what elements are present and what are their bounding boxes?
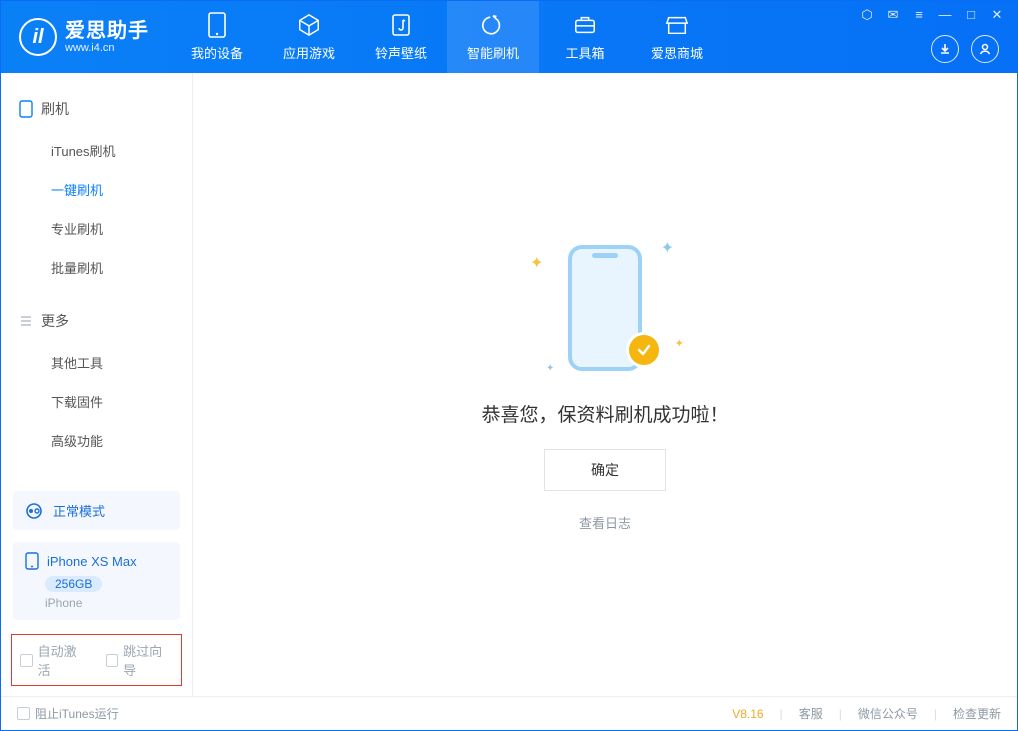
footer-service-link[interactable]: 客服 [799, 705, 823, 722]
device-card[interactable]: iPhone XS Max 256GB iPhone [13, 542, 180, 620]
checkbox-icon [17, 707, 30, 720]
app-window: il 爱思助手 www.i4.cn 我的设备 应用游戏 [0, 0, 1018, 731]
main-content: ✦ ✦ ✦ ✦ 恭喜您，保资料刷机成功啦！ 确定 查看日志 [193, 73, 1017, 696]
sidebar-item-other-tools[interactable]: 其他工具 [1, 343, 192, 382]
success-message: 恭喜您，保资料刷机成功啦！ [481, 400, 728, 427]
minimize-button[interactable]: — [937, 7, 953, 23]
sidebar-item-download-fw[interactable]: 下载固件 [1, 382, 192, 421]
version-label: V8.16 [732, 707, 763, 721]
store-icon [665, 13, 689, 37]
view-log-link[interactable]: 查看日志 [579, 513, 631, 532]
sidebar-item-oneclick-flash[interactable]: 一键刷机 [1, 170, 192, 209]
footer: 阻止iTunes运行 V8.16 | 客服 | 微信公众号 | 检查更新 [1, 696, 1017, 730]
ok-button[interactable]: 确定 [544, 449, 666, 491]
close-button[interactable]: ✕ [989, 7, 1005, 23]
flash-icon [481, 13, 505, 37]
nav-toolbox[interactable]: 工具箱 [539, 1, 631, 73]
download-icon[interactable] [931, 35, 959, 63]
app-subtitle: www.i4.cn [65, 42, 149, 54]
sparkle-icon: ✦ [546, 363, 554, 374]
nav-my-device[interactable]: 我的设备 [171, 1, 263, 73]
sparkle-icon: ✦ [661, 238, 674, 258]
body: 刷机 iTunes刷机 一键刷机 专业刷机 批量刷机 更多 其他工具 下载固件 … [1, 73, 1017, 696]
sparkle-icon: ✦ [530, 253, 543, 273]
sidebar: 刷机 iTunes刷机 一键刷机 专业刷机 批量刷机 更多 其他工具 下载固件 … [1, 73, 193, 696]
mode-label: 正常模式 [53, 501, 105, 520]
app-title: 爱思助手 [65, 20, 149, 42]
toolbox-icon [573, 13, 597, 37]
success-illustration: ✦ ✦ ✦ ✦ [520, 238, 690, 378]
header: il 爱思助手 www.i4.cn 我的设备 应用游戏 [1, 1, 1017, 73]
logo-icon: il [19, 18, 57, 56]
sidebar-group-more: 更多 [1, 305, 192, 337]
window-controls: ⬡ ✉ ≡ — □ ✕ [859, 7, 1005, 23]
nav-apps[interactable]: 应用游戏 [263, 1, 355, 73]
checkbox-icon [20, 654, 33, 667]
sidebar-item-itunes-flash[interactable]: iTunes刷机 [1, 131, 192, 170]
sidebar-item-pro-flash[interactable]: 专业刷机 [1, 209, 192, 248]
mode-card[interactable]: 正常模式 [13, 491, 180, 530]
user-icon[interactable] [971, 35, 999, 63]
tshirt-icon[interactable]: ⬡ [859, 7, 875, 23]
nav-tabs: 我的设备 应用游戏 铃声壁纸 智能刷机 [171, 1, 723, 73]
device-storage-badge: 256GB [45, 576, 102, 592]
mode-icon [25, 502, 43, 520]
device-icon [25, 552, 39, 570]
ringtone-icon [389, 13, 413, 37]
options-highlight: 自动激活 跳过向导 [11, 634, 182, 686]
device-type: iPhone [45, 596, 168, 610]
checkbox-auto-activate[interactable]: 自动激活 [20, 641, 88, 679]
apps-icon [297, 13, 321, 37]
logo[interactable]: il 爱思助手 www.i4.cn [1, 18, 171, 56]
nav-ringtone[interactable]: 铃声壁纸 [355, 1, 447, 73]
checkbox-skip-wizard[interactable]: 跳过向导 [106, 641, 174, 679]
checkbox-block-itunes[interactable]: 阻止iTunes运行 [17, 705, 119, 722]
device-icon [205, 13, 229, 37]
menu-icon[interactable]: ≡ [911, 7, 927, 23]
sidebar-item-batch-flash[interactable]: 批量刷机 [1, 248, 192, 287]
footer-wechat-link[interactable]: 微信公众号 [858, 705, 918, 722]
nav-flash[interactable]: 智能刷机 [447, 1, 539, 73]
feedback-icon[interactable]: ✉ [885, 7, 901, 23]
checkbox-icon [106, 654, 119, 667]
check-badge-icon [626, 332, 662, 368]
sidebar-item-advanced[interactable]: 高级功能 [1, 421, 192, 460]
list-icon [19, 314, 33, 328]
footer-update-link[interactable]: 检查更新 [953, 705, 1001, 722]
maximize-button[interactable]: □ [963, 7, 979, 23]
phone-icon [19, 100, 33, 118]
sparkle-icon: ✦ [675, 337, 684, 350]
device-name: iPhone XS Max [47, 554, 137, 569]
nav-store[interactable]: 爱思商城 [631, 1, 723, 73]
sidebar-group-flash: 刷机 [1, 93, 192, 125]
